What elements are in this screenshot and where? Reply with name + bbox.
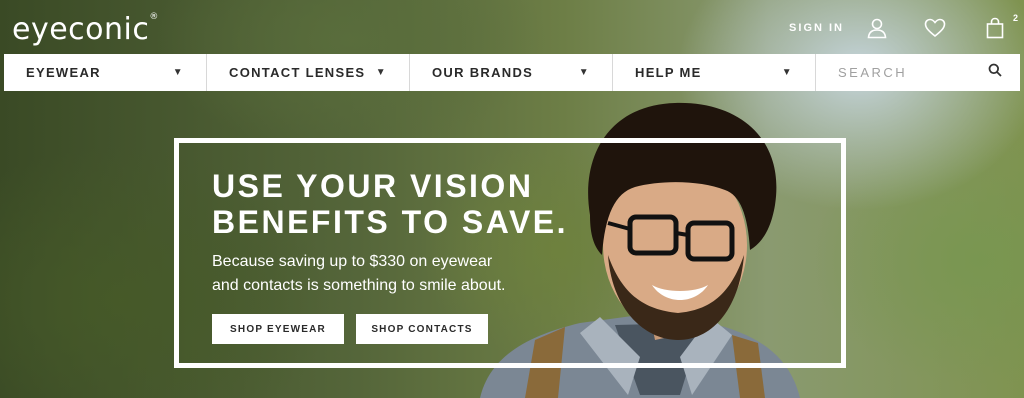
sign-in-link[interactable]: SIGN IN (789, 22, 844, 34)
bag-count-badge: 2 (1012, 13, 1018, 23)
chevron-down-icon: ▼ (578, 67, 590, 78)
chevron-down-icon: ▼ (781, 67, 793, 78)
promo-subtext: Because saving up to $330 on eyewear and… (212, 250, 542, 298)
headline-line-1: USE YOUR VISION (212, 168, 534, 204)
headline-line-2: BENEFITS TO SAVE. (212, 204, 569, 240)
subtext-line-2: and contacts is something to smile about… (212, 277, 506, 294)
eyeconic-logo[interactable]: eyeconic® (12, 12, 159, 47)
nav-item-contact-lenses[interactable]: CONTACT LENSES ▼ (207, 54, 410, 91)
nav-item-label: CONTACT LENSES (229, 65, 366, 80)
user-icon[interactable] (864, 15, 890, 41)
chevron-down-icon: ▼ (172, 67, 184, 78)
nav-item-eyewear[interactable]: EYEWEAR ▼ (4, 54, 207, 91)
promo-headline: USE YOUR VISION BENEFITS TO SAVE. (212, 168, 612, 240)
logo-registered-mark: ® (149, 12, 159, 22)
nav-item-label: EYEWEAR (26, 65, 101, 80)
nav-item-help-me[interactable]: HELP ME ▼ (613, 54, 816, 91)
cta-row: SHOP EYEWEAR SHOP CONTACTS (212, 314, 612, 344)
chevron-down-icon: ▼ (375, 67, 387, 78)
header-actions: SIGN IN 2 (789, 13, 1024, 42)
shop-eyewear-button[interactable]: SHOP EYEWEAR (212, 314, 344, 344)
promo-content: USE YOUR VISION BENEFITS TO SAVE. Becaus… (212, 168, 612, 344)
logo-text: eyeconic (12, 12, 150, 47)
search-box (816, 54, 1020, 91)
search-input[interactable] (838, 65, 978, 80)
subtext-line-1: Because saving up to $330 on eyewear (212, 253, 493, 270)
nav-item-our-brands[interactable]: OUR BRANDS ▼ (410, 54, 613, 91)
search-icon[interactable] (988, 63, 1002, 82)
nav-item-label: OUR BRANDS (432, 65, 534, 80)
shop-contacts-button[interactable]: SHOP CONTACTS (356, 314, 488, 344)
main-navigation: EYEWEAR ▼ CONTACT LENSES ▼ OUR BRANDS ▼ … (4, 54, 1020, 91)
heart-icon[interactable] (922, 15, 948, 41)
shopping-bag-icon[interactable]: 2 (982, 13, 1018, 41)
nav-item-label: HELP ME (635, 65, 702, 80)
